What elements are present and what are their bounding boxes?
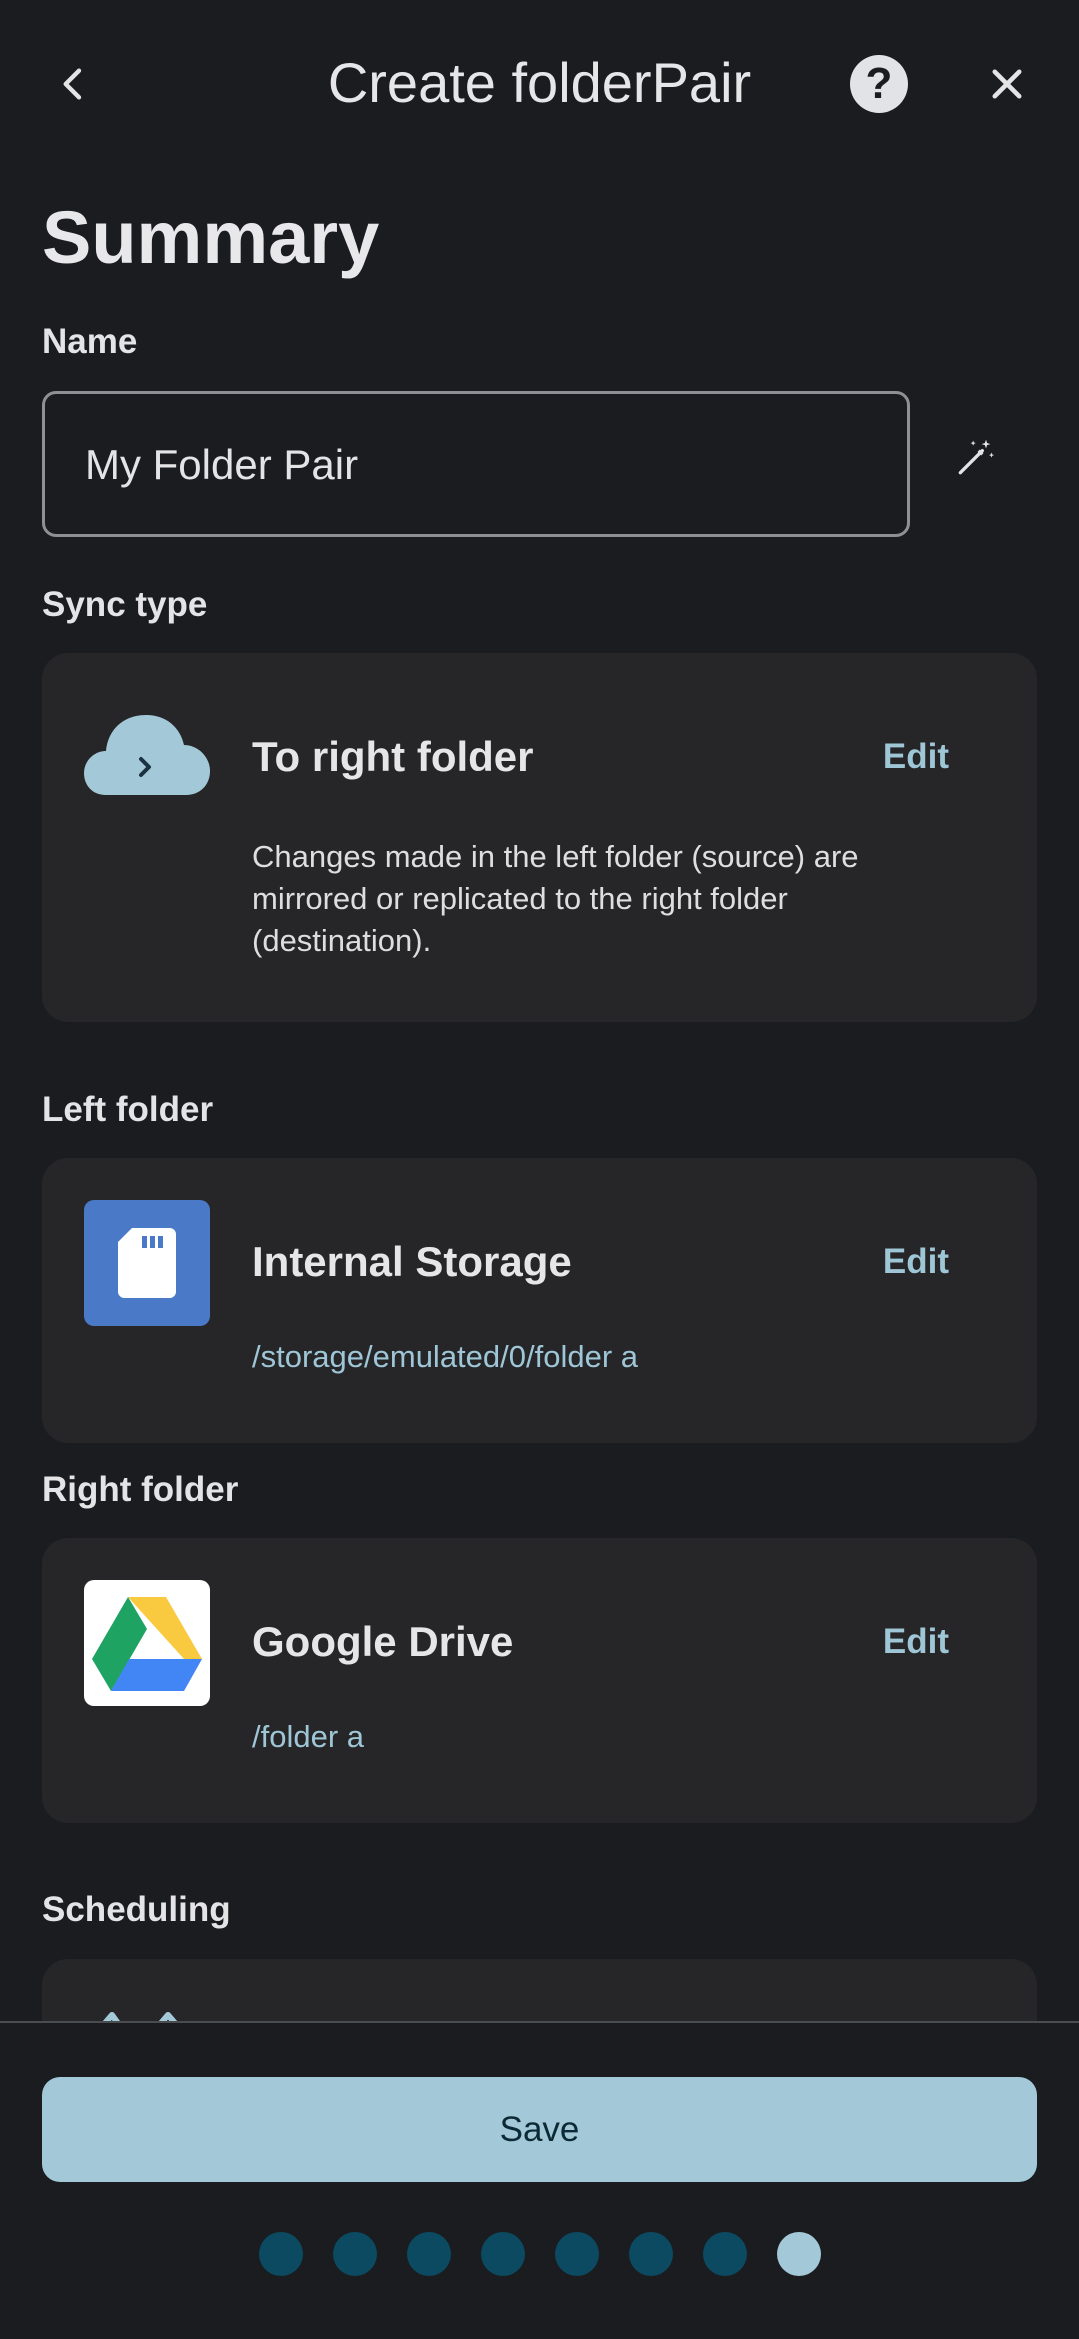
save-button[interactable]: Save (42, 2077, 1037, 2182)
step-dot-5 (555, 2232, 599, 2276)
name-input-value: My Folder Pair (85, 441, 359, 488)
help-button[interactable]: ? (850, 55, 908, 113)
step-dot-7 (703, 2232, 747, 2276)
left-folder-path: /storage/emulated/0/folder a (252, 1339, 639, 1374)
close-button[interactable] (975, 52, 1039, 116)
step-dot-1 (259, 2232, 303, 2276)
left-folder-label: Left folder (42, 1090, 214, 1129)
cloud-arrow-right-icon (84, 708, 210, 798)
help-circle-icon: ? (865, 59, 893, 108)
step-indicator (0, 2232, 1079, 2276)
right-folder-label: Right folder (42, 1470, 239, 1509)
schedule-icon (102, 2012, 178, 2021)
close-icon (992, 69, 1022, 99)
sync-type-title: To right folder (252, 733, 534, 780)
left-folder-edit-button[interactable]: Edit (883, 1242, 949, 1282)
left-folder-card: Internal Storage Edit /storage/emulated/… (42, 1158, 1037, 1443)
summary-heading: Summary (42, 196, 380, 279)
step-dot-8-current (777, 2232, 821, 2276)
name-label: Name (42, 322, 138, 361)
auto-name-button[interactable] (945, 428, 1005, 488)
step-dot-4 (481, 2232, 525, 2276)
sync-type-edit-button[interactable]: Edit (883, 737, 949, 777)
bottom-divider (0, 2021, 1079, 2023)
step-dot-3 (407, 2232, 451, 2276)
sync-type-label: Sync type (42, 585, 208, 624)
scheduling-card (42, 1959, 1037, 2021)
magic-wand-icon (958, 439, 995, 475)
page-title: Create folderPair (327, 51, 752, 114)
step-dot-6 (629, 2232, 673, 2276)
name-input[interactable]: My Folder Pair (42, 391, 910, 537)
sync-type-card: To right folder Edit Changes made in the… (42, 653, 1037, 1022)
sync-type-description: Changes made in the left folder (source)… (252, 839, 859, 958)
top-app-bar: Create folderPair ? (0, 0, 1079, 170)
right-folder-path: /folder a (252, 1719, 365, 1754)
sd-card-icon (84, 1200, 210, 1326)
scheduling-label: Scheduling (42, 1890, 231, 1929)
step-dot-2 (333, 2232, 377, 2276)
left-folder-title: Internal Storage (252, 1238, 572, 1285)
google-drive-icon (84, 1580, 210, 1706)
right-folder-title: Google Drive (252, 1618, 514, 1665)
right-folder-edit-button[interactable]: Edit (883, 1622, 949, 1662)
right-folder-card: Google Drive Edit /folder a (42, 1538, 1037, 1823)
summary-content[interactable]: Summary Name My Folder Pair Sync type To… (0, 170, 1079, 2021)
